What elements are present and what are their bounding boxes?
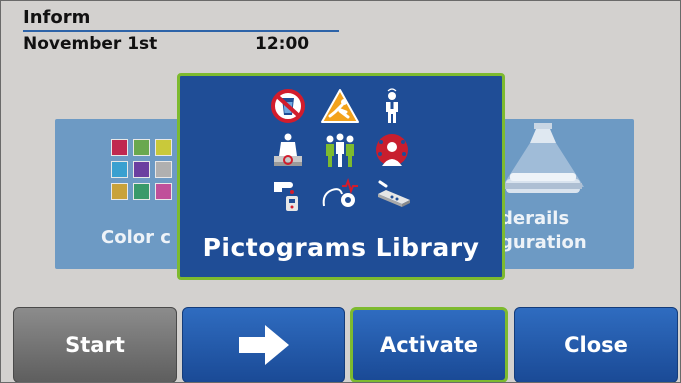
color-swatch bbox=[111, 183, 128, 200]
date-time-row: November 1st 12:00 bbox=[23, 32, 343, 56]
bedrails-label-line2: guration bbox=[500, 232, 587, 253]
pictogram-grid bbox=[262, 88, 422, 212]
person-dizzy-icon[interactable] bbox=[372, 88, 412, 124]
color-config-label: Color c bbox=[101, 227, 171, 248]
close-button[interactable]: Close bbox=[514, 307, 678, 382]
color-swatch bbox=[155, 161, 172, 178]
time-label: 12:00 bbox=[255, 34, 310, 54]
ceiling-lamp-over-bed-icon bbox=[502, 123, 584, 193]
finger-prick-icon[interactable] bbox=[268, 176, 308, 212]
start-button[interactable]: Start bbox=[13, 307, 177, 382]
person-with-bugs-icon[interactable] bbox=[372, 132, 412, 168]
bedrails-config-tile[interactable]: derails guration bbox=[494, 119, 634, 269]
person-in-bed-icon[interactable] bbox=[268, 132, 308, 168]
fall-hazard-icon[interactable] bbox=[320, 88, 360, 124]
color-swatch bbox=[133, 161, 150, 178]
pictograms-library-title: Pictograms Library bbox=[202, 233, 480, 262]
color-swatch bbox=[111, 139, 128, 156]
arrow-right-icon bbox=[238, 325, 289, 365]
bedrails-config-label: derails guration bbox=[500, 207, 587, 255]
no-drinking-icon[interactable] bbox=[268, 88, 308, 124]
kiosk-screen: Inform November 1st 12:00 Color c derail… bbox=[0, 0, 681, 383]
app-title: Inform bbox=[23, 7, 91, 28]
bedrails-label-line1: derails bbox=[500, 208, 570, 229]
heart-monitor-icon[interactable] bbox=[320, 176, 360, 212]
color-config-tile[interactable]: Color c bbox=[55, 119, 194, 269]
activate-button[interactable]: Activate bbox=[350, 307, 508, 382]
next-button[interactable] bbox=[182, 307, 345, 382]
color-swatch bbox=[155, 183, 172, 200]
group-of-people-icon[interactable] bbox=[320, 132, 360, 168]
color-swatch bbox=[155, 139, 172, 156]
date-label: November 1st bbox=[23, 34, 158, 54]
color-swatch bbox=[111, 161, 128, 178]
status-header: Inform November 1st 12:00 bbox=[23, 7, 343, 56]
color-swatch bbox=[133, 183, 150, 200]
bed-control-icon[interactable] bbox=[372, 176, 412, 212]
color-swatch bbox=[133, 139, 150, 156]
pictograms-library-panel[interactable]: Pictograms Library bbox=[177, 73, 505, 280]
